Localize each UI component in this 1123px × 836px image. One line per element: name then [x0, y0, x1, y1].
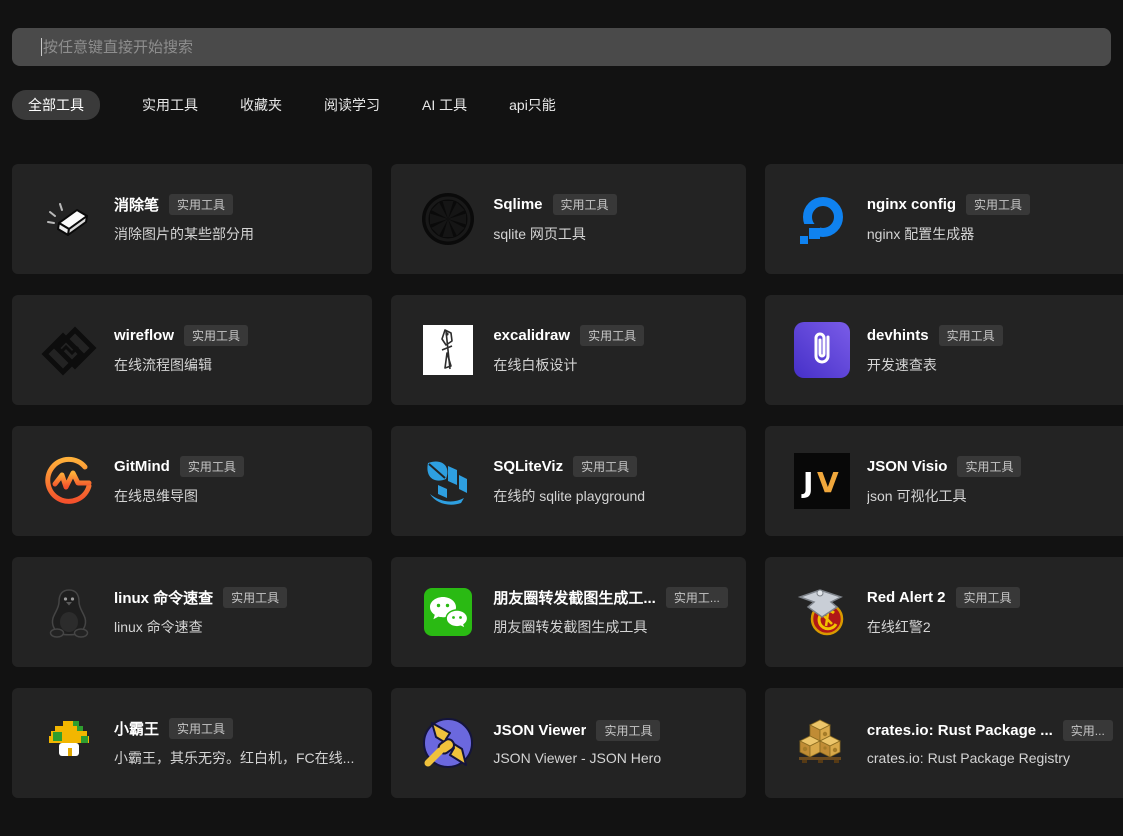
- tool-card[interactable]: Red Alert 2 实用工具 在线红警2: [765, 557, 1123, 667]
- tool-category-badge: 实用工具: [573, 456, 637, 477]
- excalidraw-dagger-icon: [419, 321, 477, 379]
- tool-category-badge: 实用工具: [553, 194, 617, 215]
- tool-card[interactable]: 消除笔 实用工具 消除图片的某些部分用: [12, 164, 372, 274]
- tool-description: 在线白板设计: [493, 355, 728, 375]
- lime-slice-icon: [419, 190, 477, 248]
- tool-card[interactable]: JV JSON Visio 实用工具 json 可视化工具: [765, 426, 1123, 536]
- tool-title: JSON Viewer: [493, 722, 586, 739]
- tab-bar: 全部工具 实用工具 收藏夹 阅读学习 AI 工具 api只能: [12, 90, 1111, 120]
- paperclip-icon: [793, 321, 851, 379]
- tool-description: crates.io: Rust Package Registry: [867, 750, 1113, 766]
- tool-description: 在线的 sqlite playground: [493, 486, 728, 506]
- tool-card[interactable]: wireflow 实用工具 在线流程图编辑: [12, 295, 372, 405]
- tool-card[interactable]: devhints 实用工具 开发速查表: [765, 295, 1123, 405]
- wechat-icon: [419, 583, 477, 641]
- tool-category-badge: 实用工具: [580, 325, 644, 346]
- tool-description: 消除图片的某些部分用: [114, 224, 354, 244]
- tool-title: 消除笔: [114, 194, 159, 215]
- tool-category-badge: 实用工具: [957, 456, 1021, 477]
- tool-card[interactable]: JSON Viewer 实用工具 JSON Viewer - JSON Hero: [391, 688, 746, 798]
- tool-title: excalidraw: [493, 327, 570, 344]
- tool-title: wireflow: [114, 327, 174, 344]
- tool-card[interactable]: Sqlime 实用工具 sqlite 网页工具: [391, 164, 746, 274]
- tool-category-badge: 实用工具: [223, 587, 287, 608]
- tab-utility-tools[interactable]: 实用工具: [142, 95, 198, 115]
- wireflow-diamond-icon: [40, 321, 98, 379]
- tool-description: 小霸王，其乐无穷。红白机，FC在线...: [114, 748, 354, 768]
- tool-category-badge: 实用工...: [666, 587, 728, 608]
- svg-text:J: J: [801, 466, 813, 499]
- jv-monogram-icon: JV: [793, 452, 851, 510]
- tool-description: sqlite 网页工具: [493, 224, 728, 244]
- tool-category-badge: 实用工具: [184, 325, 248, 346]
- tool-category-badge: 实用...: [1063, 720, 1113, 741]
- tool-description: linux 命令速查: [114, 617, 354, 637]
- tool-category-badge: 实用工具: [180, 456, 244, 477]
- tool-card[interactable]: linux 命令速查 实用工具 linux 命令速查: [12, 557, 372, 667]
- tab-ai-tools[interactable]: AI 工具: [422, 95, 467, 115]
- tab-reading-study[interactable]: 阅读学习: [324, 95, 380, 115]
- tool-category-badge: 实用工具: [169, 718, 233, 739]
- tool-description: 在线思维导图: [114, 486, 354, 506]
- search-bar[interactable]: [12, 28, 1111, 66]
- tool-description: 朋友圈转发截图生成工具: [493, 617, 728, 637]
- tool-title: Sqlime: [493, 196, 542, 213]
- tool-title: JSON Visio: [867, 458, 948, 475]
- tool-description: json 可视化工具: [867, 486, 1113, 506]
- tool-grid: 消除笔 实用工具 消除图片的某些部分用 Sqlime 实用工具 sqlite 网…: [12, 164, 1111, 798]
- tool-description: 在线流程图编辑: [114, 355, 354, 375]
- tool-title: linux 命令速查: [114, 587, 213, 608]
- tool-title: GitMind: [114, 458, 170, 475]
- tool-card[interactable]: GitMind 实用工具 在线思维导图: [12, 426, 372, 536]
- tool-title: nginx config: [867, 196, 956, 213]
- tool-card[interactable]: 朋友圈转发截图生成工... 实用工... 朋友圈转发截图生成工具: [391, 557, 746, 667]
- tool-description: 开发速查表: [867, 355, 1113, 375]
- tool-card[interactable]: excalidraw 实用工具 在线白板设计: [391, 295, 746, 405]
- search-input[interactable]: [12, 28, 1111, 66]
- tool-description: nginx 配置生成器: [867, 224, 1113, 244]
- eraser-icon: [40, 190, 98, 248]
- tool-title: SQLiteViz: [493, 458, 563, 475]
- gitmind-icon: [40, 452, 98, 510]
- tool-title: devhints: [867, 327, 929, 344]
- tool-description: 在线红警2: [867, 617, 1113, 637]
- text-cursor: [41, 38, 42, 56]
- tux-penguin-icon: [40, 583, 98, 641]
- red-alert-emblem-icon: [793, 583, 851, 641]
- digitalocean-icon: [793, 190, 851, 248]
- tool-category-badge: 实用工具: [939, 325, 1003, 346]
- tool-category-badge: 实用工具: [956, 587, 1020, 608]
- tool-title: Red Alert 2: [867, 589, 946, 606]
- pixel-mushroom-icon: [40, 714, 98, 772]
- tab-all-tools[interactable]: 全部工具: [12, 90, 100, 120]
- tool-card[interactable]: SQLiteViz 实用工具 在线的 sqlite playground: [391, 426, 746, 536]
- tool-card[interactable]: 小霸王 实用工具 小霸王，其乐无穷。红白机，FC在线...: [12, 688, 372, 798]
- tool-card[interactable]: nginx config 实用工具 nginx 配置生成器: [765, 164, 1123, 274]
- tool-card[interactable]: crates.io: Rust Package ... 实用... crates…: [765, 688, 1123, 798]
- sqliteviz-leaf-icon: [419, 452, 477, 510]
- tool-category-badge: 实用工具: [596, 720, 660, 741]
- tool-category-badge: 实用工具: [966, 194, 1030, 215]
- tab-api[interactable]: api只能: [509, 95, 556, 115]
- tool-title: crates.io: Rust Package ...: [867, 722, 1053, 739]
- tool-title: 小霸王: [114, 718, 159, 739]
- svg-text:V: V: [817, 466, 839, 499]
- tool-launcher-page: 全部工具实用工具收藏夹阅读学习AI 工具api只能 消除笔 实用工具 消除图片的…: [0, 28, 1123, 798]
- tool-title: 朋友圈转发截图生成工...: [493, 587, 656, 608]
- tool-category-badge: 实用工具: [169, 194, 233, 215]
- tool-description: JSON Viewer - JSON Hero: [493, 750, 728, 766]
- tab-favorites[interactable]: 收藏夹: [240, 95, 282, 115]
- cargo-crates-icon: [793, 714, 851, 772]
- json-hero-bolt-icon: [419, 714, 477, 772]
